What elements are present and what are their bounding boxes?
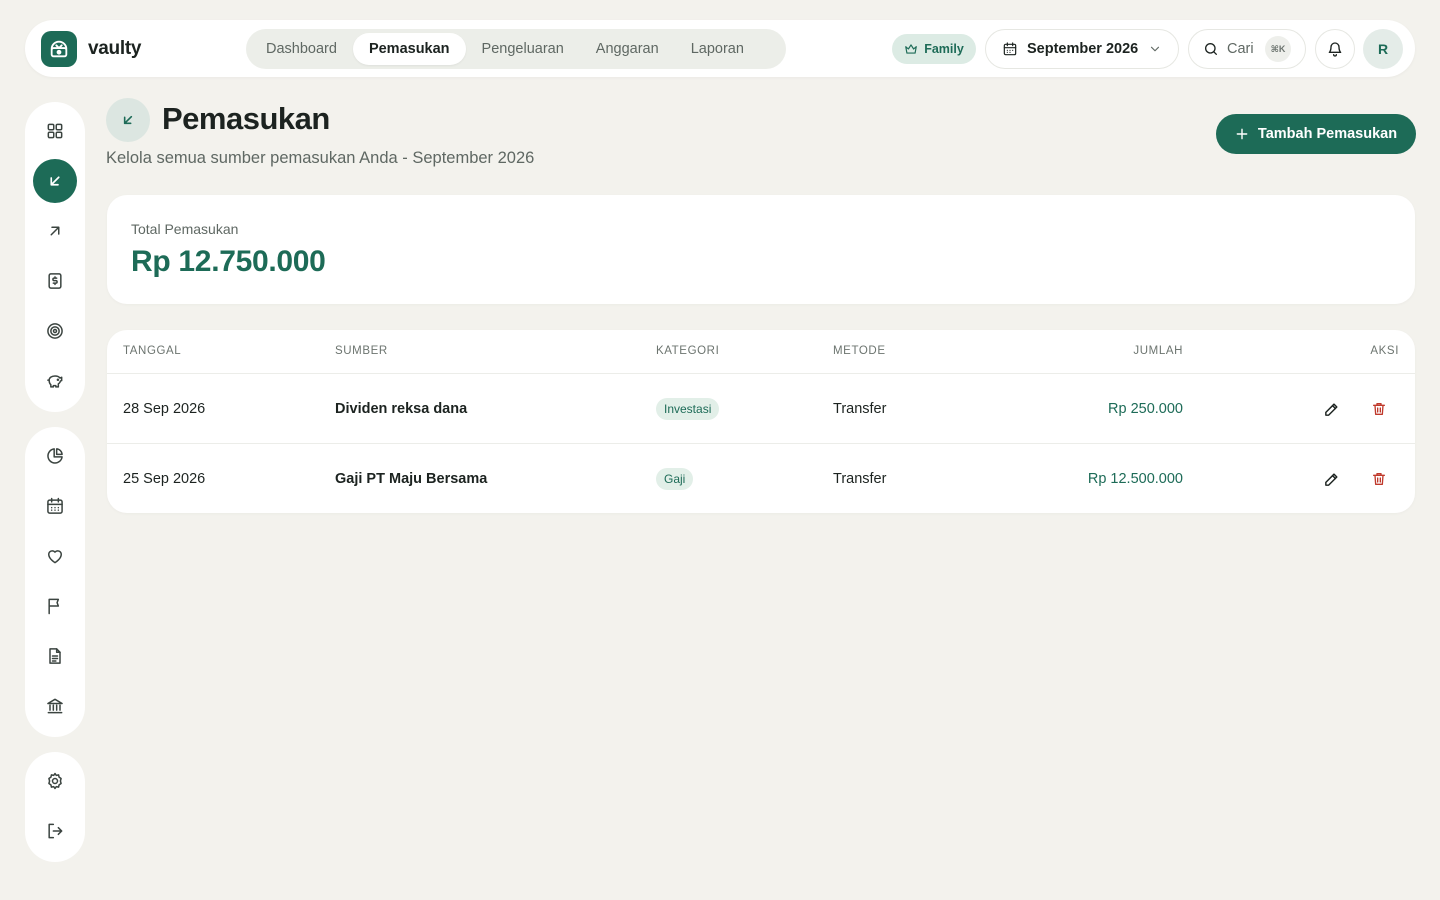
- heart-icon: [48, 550, 62, 564]
- column-header-date: TANGGAL: [123, 345, 182, 357]
- search-icon: [1205, 43, 1217, 55]
- sidebar-item-tabungan[interactable]: [33, 359, 77, 403]
- sidebar-item-favorit[interactable]: [33, 534, 77, 578]
- add-income-button[interactable]: Tambah Pemasukan: [1216, 114, 1416, 154]
- sidebar-group-tools: [25, 427, 85, 737]
- table-header: TANGGAL SUMBER KATEGORI METODE JUMLAH AK…: [107, 330, 1415, 374]
- document-icon: [49, 648, 61, 664]
- sidebar-item-pemasukan[interactable]: [33, 159, 77, 203]
- income-table: TANGGAL SUMBER KATEGORI METODE JUMLAH AK…: [107, 330, 1415, 513]
- row-amount: Rp 12.500.000: [1087, 471, 1183, 487]
- column-header-source: SUMBER: [335, 345, 388, 357]
- row-method: Transfer: [833, 471, 887, 487]
- arrow-down-left-icon: [50, 176, 60, 186]
- total-income-label: Total Pemasukan: [131, 221, 239, 237]
- column-header-amount: JUMLAH: [1133, 345, 1183, 357]
- sidebar-item-pengeluaran[interactable]: [33, 209, 77, 253]
- sidebar-group-account: [25, 752, 85, 862]
- edit-button[interactable]: [1321, 399, 1341, 419]
- settings-icon: [48, 772, 62, 790]
- page-subtitle: Kelola semua sumber pemasukan Anda - Sep…: [106, 149, 535, 167]
- edit-button[interactable]: [1321, 469, 1341, 489]
- trash-icon: [1373, 473, 1385, 485]
- category-badge: Gaji: [656, 468, 694, 490]
- column-header-actions: AKSI: [1370, 345, 1399, 357]
- notifications-button[interactable]: [1315, 29, 1355, 69]
- table-row: 28 Sep 2026 Dividen reksa dana Investasi…: [107, 374, 1415, 444]
- page-title: Pemasukan: [162, 101, 330, 136]
- tab-dashboard[interactable]: Dashboard: [250, 33, 353, 65]
- tab-pemasukan[interactable]: Pemasukan: [352, 33, 466, 65]
- calendar-icon: [47, 497, 63, 514]
- sidebar-item-tagihan[interactable]: [33, 259, 77, 303]
- bill-icon: [48, 273, 62, 289]
- pie-chart-icon: [47, 448, 63, 464]
- trash-icon: [1373, 403, 1385, 415]
- sidebar-item-dashboard[interactable]: [33, 109, 77, 153]
- arrow-down-left-icon: [123, 115, 133, 125]
- chevron-down-icon: [1150, 46, 1160, 52]
- page-header-icon: [106, 98, 150, 142]
- sidebar-item-analisis[interactable]: [33, 434, 77, 478]
- bank-icon: [47, 698, 63, 714]
- flag-icon: [48, 598, 60, 615]
- delete-button[interactable]: [1369, 469, 1389, 489]
- sidebar-group-main: [25, 102, 85, 412]
- logout-icon: [48, 823, 63, 839]
- tab-pengeluaran[interactable]: Pengeluaran: [466, 33, 580, 65]
- plan-badge: Family: [892, 34, 976, 64]
- row-date: 25 Sep 2026: [123, 471, 206, 487]
- search-label: Cari: [1227, 41, 1254, 57]
- row-source: Gaji PT Maju Bersama: [335, 471, 488, 487]
- pencil-icon: [1324, 472, 1338, 486]
- user-avatar[interactable]: R: [1363, 29, 1403, 69]
- bell-icon: [1328, 42, 1342, 57]
- search-button[interactable]: Cari ⌘K: [1188, 29, 1306, 69]
- row-method: Transfer: [833, 401, 887, 417]
- crown-icon: [905, 44, 918, 54]
- arrow-up-right-icon: [50, 226, 60, 236]
- sidebar-item-tujuan[interactable]: [33, 584, 77, 628]
- period-select[interactable]: September 2026: [985, 29, 1179, 69]
- app-name: vaulty: [88, 38, 142, 59]
- period-value: September 2026: [1027, 41, 1139, 57]
- plan-badge-label: Family: [924, 42, 964, 56]
- delete-button[interactable]: [1369, 399, 1389, 419]
- sidebar-item-kalender[interactable]: [33, 484, 77, 528]
- sidebar-item-settings[interactable]: [33, 759, 77, 803]
- sidebar-item-target[interactable]: [33, 309, 77, 353]
- piggy-bank-icon: [47, 375, 63, 388]
- column-header-category: KATEGORI: [656, 345, 720, 357]
- main-nav-tabs: Dashboard Pemasukan Pengeluaran Anggaran…: [246, 29, 786, 69]
- total-income-value: Rp 12.750.000: [131, 245, 326, 278]
- grid-icon: [47, 123, 63, 139]
- plus-icon: [1236, 128, 1248, 140]
- tab-laporan[interactable]: Laporan: [675, 33, 760, 65]
- calendar-icon: [1003, 42, 1017, 56]
- vaulty-logo-icon: [41, 31, 77, 67]
- row-amount: Rp 250.000: [1108, 401, 1183, 417]
- tab-anggaran[interactable]: Anggaran: [580, 33, 675, 65]
- pencil-icon: [1324, 402, 1338, 416]
- row-source: Dividen reksa dana: [335, 401, 468, 417]
- sidebar-item-rekening[interactable]: [33, 684, 77, 728]
- column-header-method: METODE: [833, 345, 886, 357]
- row-date: 28 Sep 2026: [123, 401, 206, 417]
- top-navbar: vaulty Dashboard Pemasukan Pengeluaran A…: [25, 20, 1415, 77]
- brand-logo[interactable]: vaulty: [41, 31, 141, 67]
- sidebar-item-dokumen[interactable]: [33, 634, 77, 678]
- add-income-label: Tambah Pemasukan: [1257, 126, 1398, 142]
- total-income-card: Total Pemasukan Rp 12.750.000: [107, 195, 1415, 304]
- target-icon: [47, 323, 63, 339]
- sidebar-item-logout[interactable]: [33, 809, 77, 853]
- search-shortcut: ⌘K: [1265, 36, 1291, 62]
- table-row: 25 Sep 2026 Gaji PT Maju Bersama Gaji Tr…: [107, 444, 1415, 513]
- category-badge: Investasi: [656, 398, 720, 420]
